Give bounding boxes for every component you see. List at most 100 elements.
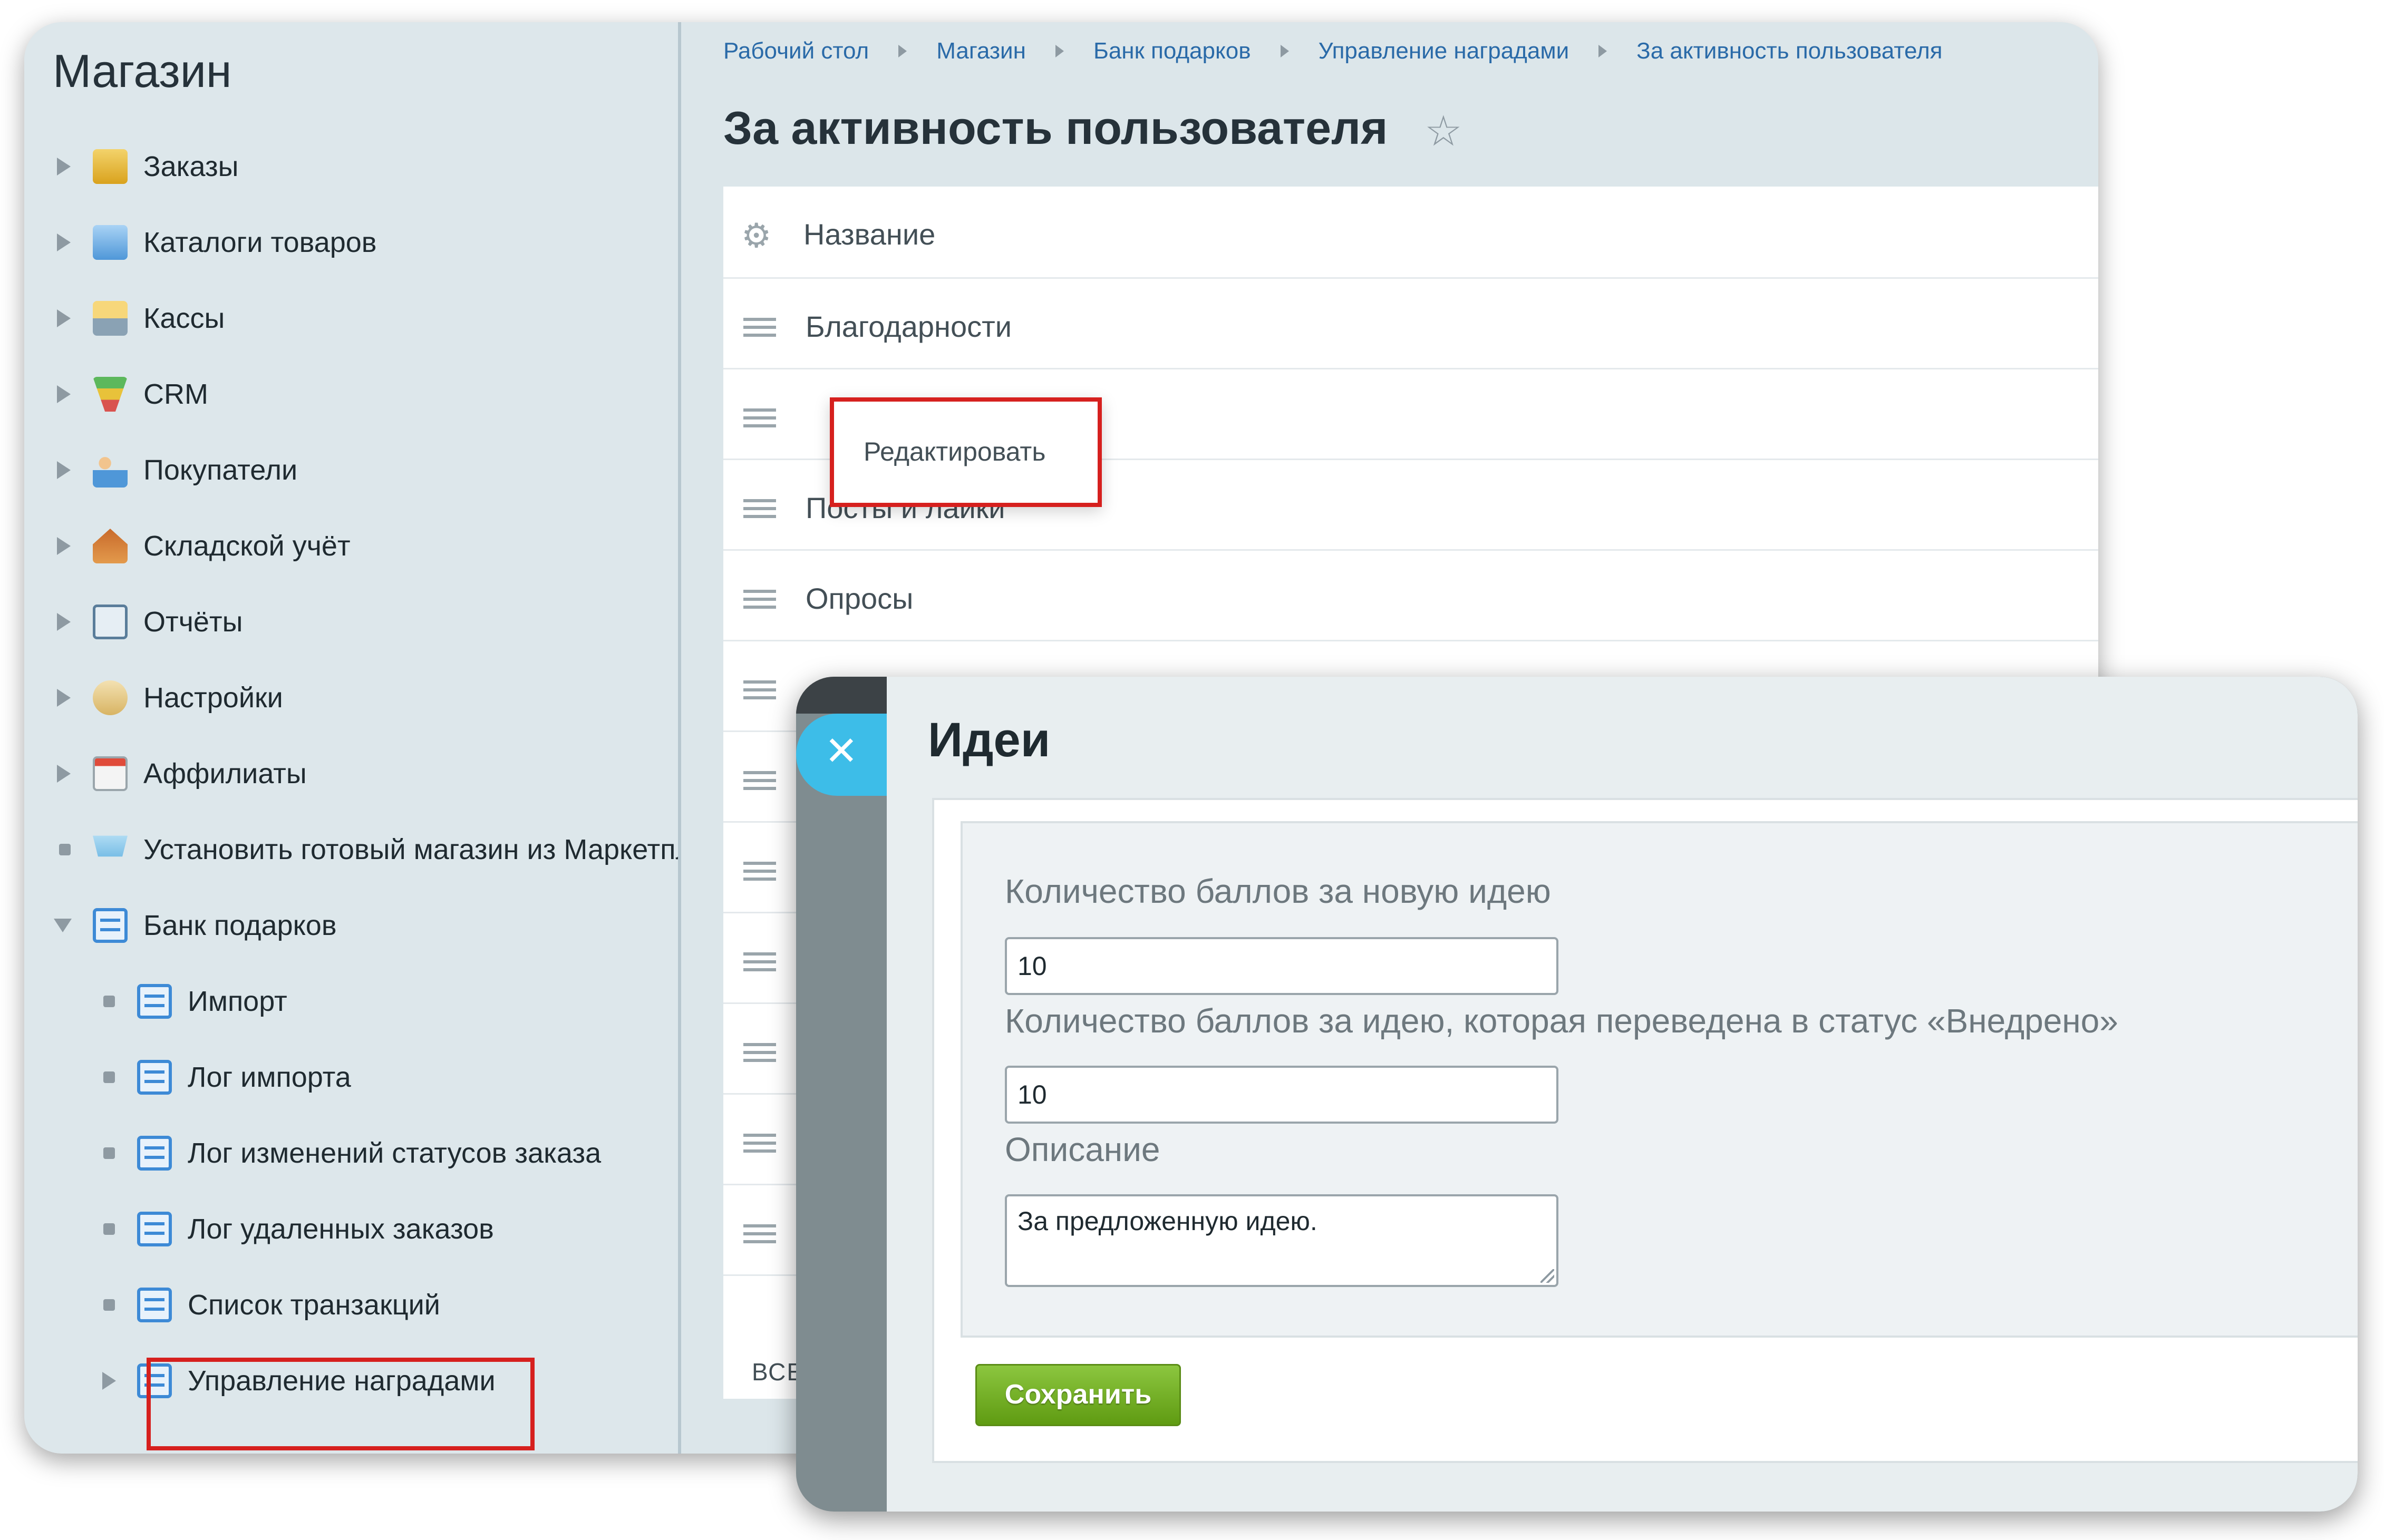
breadcrumb-item[interactable]: Рабочий стол [723, 38, 869, 64]
drag-handle-icon[interactable] [743, 1134, 776, 1153]
drag-handle-icon[interactable] [743, 771, 776, 790]
document-icon [137, 1288, 172, 1322]
sidebar-subitem-import[interactable]: Импорт [24, 970, 678, 1033]
sidebar-item-label: Каталоги товаров [143, 227, 377, 258]
sidebar-item-label: Складской учёт [143, 530, 351, 562]
bullet-icon [59, 844, 71, 855]
cash-register-icon [93, 301, 128, 336]
sidebar-item-gift-bank[interactable]: Банк подарков [24, 894, 678, 957]
expand-arrow-icon[interactable] [57, 385, 71, 403]
save-button[interactable]: Сохранить [975, 1364, 1181, 1426]
drag-handle-icon[interactable] [743, 952, 776, 971]
expand-arrow-icon[interactable] [57, 158, 71, 176]
sidebar-subitem-transactions[interactable]: Список транзакций [24, 1273, 678, 1337]
sidebar-item-catalogs[interactable]: Каталоги товаров [24, 211, 678, 274]
bullet-icon [103, 1299, 115, 1311]
sidebar-item-marketplace[interactable]: Установить готовый магазин из Маркетплей… [24, 818, 678, 881]
expand-arrow-icon[interactable] [57, 613, 71, 631]
crm-funnel-icon [93, 377, 128, 412]
orders-bag-icon [93, 149, 128, 184]
sidebar-item-label: Установить готовый магазин из Маркетплей… [143, 834, 678, 865]
drag-handle-icon[interactable] [743, 318, 776, 337]
drag-handle-icon[interactable] [743, 408, 776, 427]
customers-icon [93, 453, 128, 488]
expand-arrow-icon[interactable] [102, 1372, 116, 1390]
breadcrumb-separator-icon [1280, 45, 1289, 58]
gear-icon[interactable]: ⚙ [741, 216, 771, 256]
dialog-body: Идеи Количество баллов за новую идею Кол… [887, 677, 2358, 1512]
sidebar-item-crm[interactable]: CRM [24, 363, 678, 426]
affiliates-icon [93, 756, 128, 791]
close-button[interactable]: ✕ [796, 714, 887, 796]
shopping-cart-icon [93, 835, 128, 857]
expand-arrow-icon[interactable] [57, 233, 71, 251]
document-icon [93, 908, 128, 943]
breadcrumb-item[interactable]: За активность пользователя [1636, 38, 1942, 64]
breadcrumb-item[interactable]: Магазин [936, 38, 1026, 64]
dialog-top-strip [796, 677, 887, 714]
expand-arrow-icon[interactable] [57, 461, 71, 479]
collapse-arrow-icon[interactable] [54, 919, 72, 932]
sidebar-item-label: Список транзакций [188, 1289, 440, 1321]
sidebar-item-label: Лог импорта [188, 1061, 351, 1093]
drag-handle-icon[interactable] [743, 499, 776, 518]
resize-grip-icon[interactable] [1540, 1269, 1554, 1283]
document-icon [137, 1212, 172, 1246]
sidebar-item-label: Аффилиаты [143, 758, 307, 790]
expand-arrow-icon[interactable] [57, 309, 71, 327]
close-icon[interactable]: ✕ [825, 732, 858, 772]
drag-handle-icon[interactable] [743, 680, 776, 699]
bullet-icon [103, 1071, 115, 1083]
breadcrumb-separator-icon [1598, 45, 1607, 58]
dialog-title: Идеи [928, 713, 1051, 767]
breadcrumb-item[interactable]: Управление наградами [1319, 38, 1569, 64]
sidebar-item-label: Банк подарков [143, 910, 337, 941]
implemented-idea-points-input[interactable] [1005, 1066, 1558, 1124]
sidebar-subitem-deleted-orders[interactable]: Лог удаленных заказов [24, 1197, 678, 1261]
sidebar-item-label: Лог изменений статусов заказа [188, 1137, 602, 1169]
list-item[interactable]: Благодарности [723, 277, 2098, 369]
description-textarea[interactable]: За предложенную идею. [1005, 1194, 1558, 1287]
sidebar-item-label: Отчёты [143, 606, 243, 638]
breadcrumb: Рабочий стол Магазин Банк подарков Управлен… [723, 38, 1942, 64]
sidebar-item-customers[interactable]: Покупатели [24, 438, 678, 502]
sidebar-item-affiliates[interactable]: Аффилиаты [24, 742, 678, 805]
expand-arrow-icon[interactable] [57, 765, 71, 783]
expand-arrow-icon[interactable] [57, 689, 71, 707]
page-title: За активность пользователя [723, 102, 1388, 154]
warehouse-icon [93, 529, 128, 563]
list-item-label: Благодарности [806, 310, 1012, 343]
highlight-frame-rewards [147, 1358, 535, 1450]
drag-handle-icon[interactable] [743, 1043, 776, 1062]
description-label: Описание [1005, 1130, 1160, 1168]
sidebar-item-label: Настройки [143, 682, 283, 714]
sidebar-item-cash[interactable]: Кассы [24, 287, 678, 350]
drag-handle-icon[interactable] [743, 590, 776, 609]
list-item[interactable]: Опросы [723, 549, 2098, 641]
list-item-label: Опросы [806, 582, 914, 615]
breadcrumb-item[interactable]: Банк подарков [1093, 38, 1251, 64]
sidebar-item-label: Покупатели [143, 454, 298, 486]
context-menu-item-edit[interactable]: Редактировать [864, 436, 1045, 467]
drag-handle-icon[interactable] [743, 1224, 776, 1243]
context-menu: Редактировать [830, 397, 1102, 507]
new-idea-points-input[interactable] [1005, 937, 1558, 995]
sidebar-item-label: Лог удаленных заказов [188, 1213, 494, 1245]
sidebar-item-reports[interactable]: Отчёты [24, 590, 678, 654]
drag-handle-icon[interactable] [743, 862, 776, 881]
sidebar-item-label: CRM [143, 378, 208, 410]
star-icon[interactable]: ☆ [1424, 106, 1462, 155]
expand-arrow-icon[interactable] [57, 537, 71, 555]
new-idea-points-label: Количество баллов за новую идею [1005, 872, 1551, 910]
breadcrumb-separator-icon [1055, 45, 1064, 58]
sidebar-item-warehouse[interactable]: Складской учёт [24, 514, 678, 578]
sidebar-item-orders[interactable]: Заказы [24, 135, 678, 198]
breadcrumb-separator-icon [898, 45, 907, 58]
form-container: Количество баллов за новую идею Количест… [932, 798, 2358, 1463]
list-header-row: ⚙ Название [723, 187, 2098, 277]
document-icon [137, 1060, 172, 1095]
sidebar-item-settings[interactable]: Настройки [24, 666, 678, 729]
sidebar-subitem-import-log[interactable]: Лог импорта [24, 1046, 678, 1109]
sidebar: Магазин Заказы Каталоги товаров Кассы CR… [24, 22, 678, 1454]
sidebar-subitem-status-log[interactable]: Лог изменений статусов заказа [24, 1122, 678, 1185]
